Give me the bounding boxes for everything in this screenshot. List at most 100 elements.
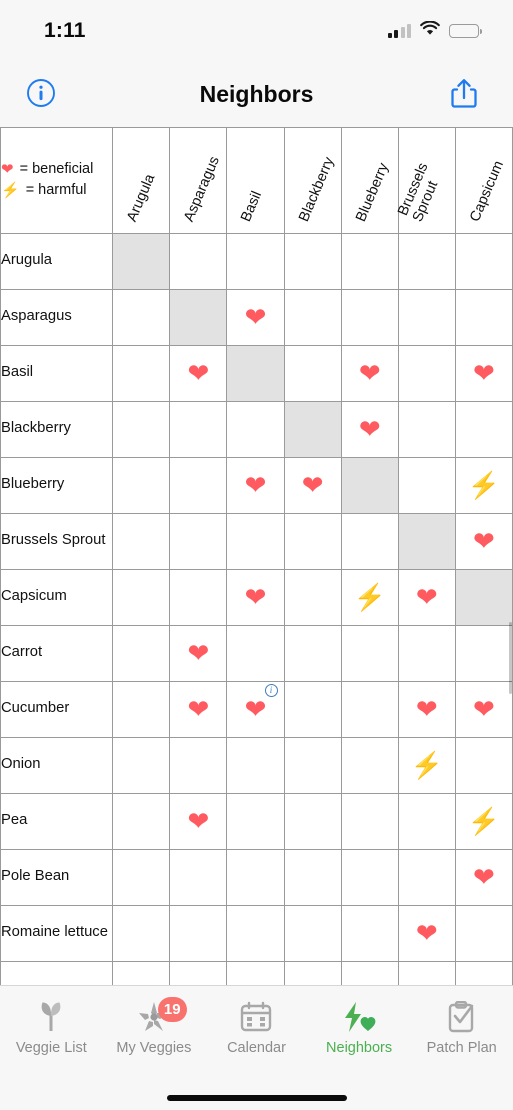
cell-empty[interactable] bbox=[226, 233, 285, 290]
cell-empty[interactable] bbox=[226, 961, 285, 985]
cell-empty[interactable] bbox=[169, 961, 228, 985]
cell-empty[interactable] bbox=[226, 625, 285, 682]
column-header-basil[interactable]: Basil bbox=[226, 128, 285, 234]
cell-beneficial[interactable]: ❤ bbox=[455, 513, 513, 570]
cell-empty[interactable] bbox=[398, 233, 456, 290]
cell-empty[interactable] bbox=[112, 289, 171, 346]
cell-beneficial[interactable]: ❤ bbox=[169, 681, 228, 738]
column-header-blackberry[interactable]: Blackberry bbox=[284, 128, 342, 234]
cell-beneficial[interactable]: ❤ bbox=[341, 345, 399, 402]
cell-beneficial[interactable]: ❤ bbox=[226, 289, 285, 346]
tab-neighbors[interactable]: Neighbors bbox=[308, 1000, 411, 1056]
row-label[interactable]: Cucumber bbox=[0, 681, 114, 738]
cell-empty[interactable] bbox=[112, 905, 171, 962]
row-label[interactable]: Pea bbox=[0, 793, 114, 850]
cell-empty[interactable] bbox=[226, 849, 285, 906]
cell-self-diagonal[interactable] bbox=[226, 345, 285, 402]
cell-self-diagonal[interactable] bbox=[169, 289, 228, 346]
cell-empty[interactable] bbox=[112, 401, 171, 458]
row-label[interactable]: Blueberry bbox=[0, 457, 114, 514]
tab-calendar[interactable]: Calendar bbox=[205, 1000, 308, 1056]
cell-empty[interactable] bbox=[284, 569, 342, 626]
cell-empty[interactable] bbox=[455, 289, 513, 346]
row-label[interactable] bbox=[0, 961, 114, 985]
cell-beneficial[interactable]: ❤ bbox=[169, 345, 228, 402]
row-label[interactable]: Blackberry bbox=[0, 401, 114, 458]
cell-harmful[interactable]: ⚡ bbox=[455, 457, 513, 514]
share-button[interactable] bbox=[445, 73, 483, 116]
cell-empty[interactable] bbox=[455, 625, 513, 682]
cell-empty[interactable] bbox=[341, 233, 399, 290]
cell-empty[interactable] bbox=[455, 905, 513, 962]
cell-empty[interactable] bbox=[169, 849, 228, 906]
cell-empty[interactable] bbox=[341, 849, 399, 906]
column-header-arugula[interactable]: Arugula bbox=[112, 128, 171, 234]
row-label[interactable]: Onion bbox=[0, 737, 114, 794]
vertical-scrollbar[interactable] bbox=[508, 622, 512, 694]
cell-empty[interactable] bbox=[284, 737, 342, 794]
cell-empty[interactable] bbox=[169, 401, 228, 458]
cell-empty[interactable] bbox=[284, 681, 342, 738]
cell-self-diagonal[interactable] bbox=[455, 569, 513, 626]
cell-empty[interactable] bbox=[284, 849, 342, 906]
cell-empty[interactable] bbox=[341, 905, 399, 962]
cell-empty[interactable] bbox=[284, 961, 342, 985]
cell-empty[interactable] bbox=[112, 849, 171, 906]
tab-patch-plan[interactable]: Patch Plan bbox=[410, 1000, 513, 1056]
cell-empty[interactable] bbox=[341, 625, 399, 682]
info-button[interactable] bbox=[22, 74, 60, 115]
neighbors-table-container[interactable]: ❤ = beneficial ⚡ = harmful Arugula Aspara… bbox=[0, 127, 513, 985]
row-label[interactable]: Romaine lettuce bbox=[0, 905, 114, 962]
cell-empty[interactable] bbox=[341, 737, 399, 794]
cell-beneficial[interactable]: ❤ bbox=[398, 681, 456, 738]
cell-empty[interactable] bbox=[226, 737, 285, 794]
cell-empty[interactable] bbox=[341, 961, 399, 985]
cell-empty[interactable] bbox=[169, 233, 228, 290]
row-label[interactable]: Carrot bbox=[0, 625, 114, 682]
cell-beneficial[interactable]: ❤ bbox=[169, 793, 228, 850]
cell-empty[interactable] bbox=[341, 681, 399, 738]
column-header-capsicum[interactable]: Capsicum bbox=[455, 128, 513, 234]
row-label[interactable]: Capsicum bbox=[0, 569, 114, 626]
cell-empty[interactable] bbox=[112, 457, 171, 514]
cell-beneficial[interactable]: ❤ bbox=[455, 849, 513, 906]
tab-veggie-list[interactable]: Veggie List bbox=[0, 1000, 103, 1056]
cell-beneficial[interactable]: ❤ bbox=[226, 457, 285, 514]
cell-beneficial[interactable]: ❤ bbox=[398, 905, 456, 962]
cell-empty[interactable] bbox=[398, 289, 456, 346]
column-header-asparagus[interactable]: Asparagus bbox=[169, 128, 228, 234]
row-label[interactable]: Asparagus bbox=[0, 289, 114, 346]
cell-beneficial[interactable]: ❤ bbox=[398, 569, 456, 626]
cell-self-diagonal[interactable] bbox=[284, 401, 342, 458]
cell-empty[interactable] bbox=[455, 401, 513, 458]
row-label[interactable]: Pole Bean bbox=[0, 849, 114, 906]
cell-harmful[interactable]: ⚡ bbox=[341, 569, 399, 626]
column-header-brussels-sprout[interactable]: Brussels Sprout bbox=[395, 128, 456, 234]
cell-empty[interactable] bbox=[284, 625, 342, 682]
cell-empty[interactable] bbox=[112, 737, 171, 794]
cell-empty[interactable] bbox=[169, 569, 228, 626]
cell-empty[interactable] bbox=[341, 289, 399, 346]
cell-empty[interactable] bbox=[112, 345, 171, 402]
cell-self-diagonal[interactable] bbox=[341, 457, 399, 514]
cell-harmful[interactable]: ⚡ bbox=[455, 793, 513, 850]
cell-self-diagonal[interactable] bbox=[112, 233, 171, 290]
cell-empty[interactable] bbox=[169, 737, 228, 794]
column-header-blueberry[interactable]: Blueberry bbox=[341, 128, 399, 234]
row-label[interactable]: Arugula bbox=[0, 233, 114, 290]
cell-beneficial[interactable]: ❤ i bbox=[226, 681, 285, 738]
cell-empty[interactable] bbox=[112, 961, 171, 985]
cell-empty[interactable] bbox=[284, 905, 342, 962]
cell-empty[interactable] bbox=[455, 737, 513, 794]
cell-empty[interactable] bbox=[398, 457, 456, 514]
cell-info-badge-icon[interactable]: i bbox=[264, 683, 278, 697]
cell-self-diagonal[interactable] bbox=[398, 513, 456, 570]
cell-empty[interactable] bbox=[169, 457, 228, 514]
cell-empty[interactable] bbox=[226, 401, 285, 458]
cell-beneficial[interactable]: ❤ bbox=[341, 401, 399, 458]
cell-empty[interactable] bbox=[341, 513, 399, 570]
cell-empty[interactable] bbox=[284, 233, 342, 290]
cell-empty[interactable] bbox=[398, 345, 456, 402]
cell-empty[interactable] bbox=[112, 569, 171, 626]
cell-harmful[interactable]: ⚡ bbox=[398, 737, 456, 794]
